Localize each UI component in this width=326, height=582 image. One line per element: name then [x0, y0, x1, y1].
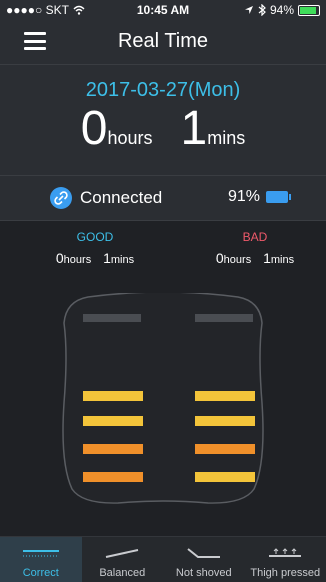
tab-correct[interactable]: Correct — [0, 537, 82, 582]
posture-tab-bar: Correct Balanced Not shoved Thigh presse… — [0, 536, 326, 582]
not-shoved-posture-icon — [184, 547, 224, 561]
sensor-bar-left-1 — [83, 391, 143, 401]
posture-stats: GOOD 0hours 1mins BAD 0hours 1mins — [0, 230, 326, 280]
session-hours: 0 — [81, 102, 108, 155]
bad-hours-unit: hours — [224, 254, 252, 266]
good-stat: GOOD 0hours 1mins — [35, 230, 155, 266]
tab-not-shoved[interactable]: Not shoved — [163, 537, 245, 582]
session-date: 2017-03-27(Mon) — [0, 79, 326, 102]
location-arrow-icon — [244, 5, 254, 15]
good-minutes-unit: mins — [111, 254, 134, 266]
good-minutes: 1 — [103, 250, 111, 266]
link-icon — [50, 187, 72, 209]
sensor-bar-left-top — [83, 314, 141, 322]
bad-minutes: 1 — [263, 250, 271, 266]
tab-thigh-pressed[interactable]: Thigh pressed — [245, 537, 326, 582]
navigation-bar: Real Time — [0, 20, 326, 64]
tab-balanced-label: Balanced — [82, 567, 164, 579]
status-battery-percent: 94% — [270, 3, 294, 17]
bad-hours: 0 — [216, 250, 224, 266]
sensor-bar-right-4 — [195, 472, 255, 482]
tab-balanced[interactable]: Balanced — [82, 537, 164, 582]
connection-status: Connected — [80, 188, 162, 208]
tab-thigh-pressed-label: Thigh pressed — [245, 567, 326, 579]
good-hours-unit: hours — [64, 254, 92, 266]
battery-icon — [266, 191, 288, 203]
page-title: Real Time — [0, 30, 326, 53]
sensor-bar-right-2 — [195, 416, 255, 426]
sensor-bar-left-3 — [83, 444, 143, 454]
status-bar: ●●●●○ SKT 10:45 AM 94% — [0, 0, 326, 20]
correct-posture-icon — [21, 547, 61, 559]
status-right: 94% — [244, 3, 320, 17]
session-duration: 0hours 1mins — [0, 105, 326, 153]
session-minutes-unit: mins — [207, 128, 245, 148]
tab-not-shoved-label: Not shoved — [163, 567, 245, 579]
good-hours: 0 — [56, 250, 64, 266]
balanced-posture-icon — [102, 547, 142, 559]
sensor-bar-left-2 — [83, 416, 143, 426]
bad-label: BAD — [195, 230, 315, 244]
device-battery-percent: 91% — [228, 188, 260, 206]
session-minutes: 1 — [181, 102, 208, 155]
connection-row: Connected 91% — [0, 175, 326, 221]
thigh-pressed-posture-icon — [265, 547, 305, 559]
sensor-bar-right-3 — [195, 444, 255, 454]
good-label: GOOD — [35, 230, 155, 244]
bluetooth-icon — [258, 4, 266, 16]
sensor-bar-right-1 — [195, 391, 255, 401]
bad-stat: BAD 0hours 1mins — [195, 230, 315, 266]
session-summary: 2017-03-27(Mon) 0hours 1mins — [0, 64, 326, 175]
sensor-bar-left-4 — [83, 472, 143, 482]
bad-time: 0hours 1mins — [195, 250, 315, 266]
session-hours-unit: hours — [107, 128, 152, 148]
status-battery-icon — [298, 5, 320, 16]
good-time: 0hours 1mins — [35, 250, 155, 266]
tab-correct-label: Correct — [0, 567, 82, 579]
cushion-diagram — [58, 293, 268, 506]
bad-minutes-unit: mins — [271, 254, 294, 266]
sensor-bar-right-top — [195, 314, 253, 322]
